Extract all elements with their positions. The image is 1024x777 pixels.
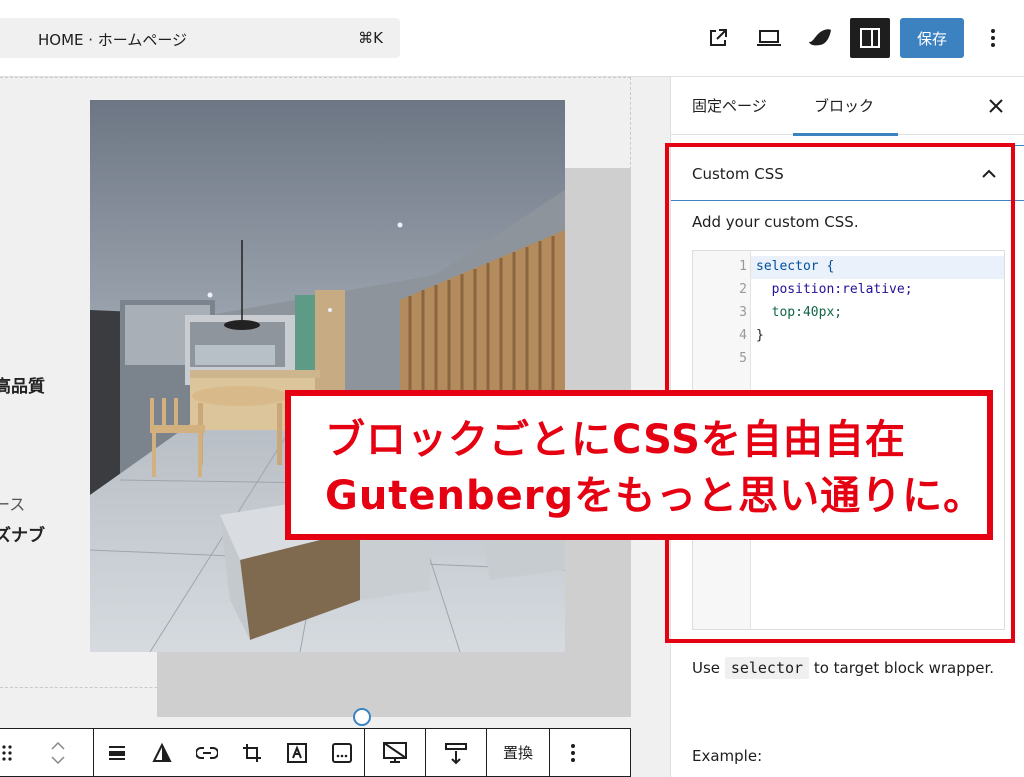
resize-handle[interactable] — [353, 708, 371, 726]
caption-icon[interactable] — [319, 729, 364, 776]
duotone-filter-icon[interactable] — [139, 729, 184, 776]
image-block[interactable] — [90, 100, 565, 652]
usage-suffix: to target block wrapper. — [813, 659, 995, 677]
tab-page[interactable]: 固定ページ — [692, 95, 767, 116]
styles-icon[interactable] — [800, 18, 840, 58]
toolbar-group-move — [0, 729, 94, 776]
block-toolbar: 置換 — [0, 728, 631, 777]
save-button[interactable]: 保存 — [900, 18, 964, 58]
drag-handle-icon[interactable] — [0, 729, 23, 776]
tab-block[interactable]: ブロック — [814, 95, 874, 116]
command-palette-button[interactable]: HOME · ホームページ ⌘K — [0, 18, 400, 58]
usage-hint: Use selector to target block wrapper. — [692, 657, 1012, 680]
editor-header: HOME · ホームページ ⌘K 保存 — [0, 0, 1024, 77]
text-overlay-icon[interactable] — [274, 729, 319, 776]
toolbar-group-spacing — [426, 729, 487, 776]
close-icon[interactable] — [981, 91, 1011, 121]
document-title: HOME · ホームページ — [38, 31, 188, 49]
crop-icon[interactable] — [229, 729, 274, 776]
block-options-icon[interactable] — [550, 729, 595, 776]
toolbar-group-more — [550, 729, 595, 776]
annotation-banner: ブロックごとにCSSを自由自在 Gutenbergをもっと思い通りに。 — [285, 390, 993, 540]
active-tab-indicator — [793, 133, 898, 136]
banner-line-2: Gutenbergをもっと思い通りに。 — [325, 473, 985, 519]
banner-line-1: ブロックごとにCSSを自由自在 — [325, 417, 906, 463]
view-page-icon[interactable] — [698, 18, 738, 58]
example-label: Example: — [692, 747, 763, 765]
replace-button[interactable]: 置換 — [487, 729, 549, 776]
toolbar-group-visibility — [365, 729, 426, 776]
more-options-icon[interactable] — [973, 18, 1013, 58]
hide-on-device-icon[interactable] — [365, 729, 425, 776]
align-icon[interactable] — [94, 729, 139, 776]
settings-sidebar-icon[interactable] — [850, 18, 890, 58]
sidebar-tabs: 固定ページ ブロック — [671, 77, 1024, 136]
move-up-down-icon[interactable] — [23, 729, 93, 776]
toolbar-group-replace: 置換 — [487, 729, 551, 776]
link-icon[interactable] — [184, 729, 229, 776]
vertical-spacing-icon[interactable] — [426, 729, 486, 776]
selector-code: selector — [724, 657, 810, 679]
canvas-text-fragment: 高品質 — [0, 377, 45, 397]
shortcut-hint: ⌘K — [358, 29, 383, 47]
canvas-text-fragment: ース — [0, 495, 26, 514]
usage-prefix: Use — [692, 659, 721, 677]
canvas-text-fragment: ズナブ — [0, 526, 45, 546]
device-preview-icon[interactable] — [749, 18, 789, 58]
toolbar-group-format — [94, 729, 365, 776]
